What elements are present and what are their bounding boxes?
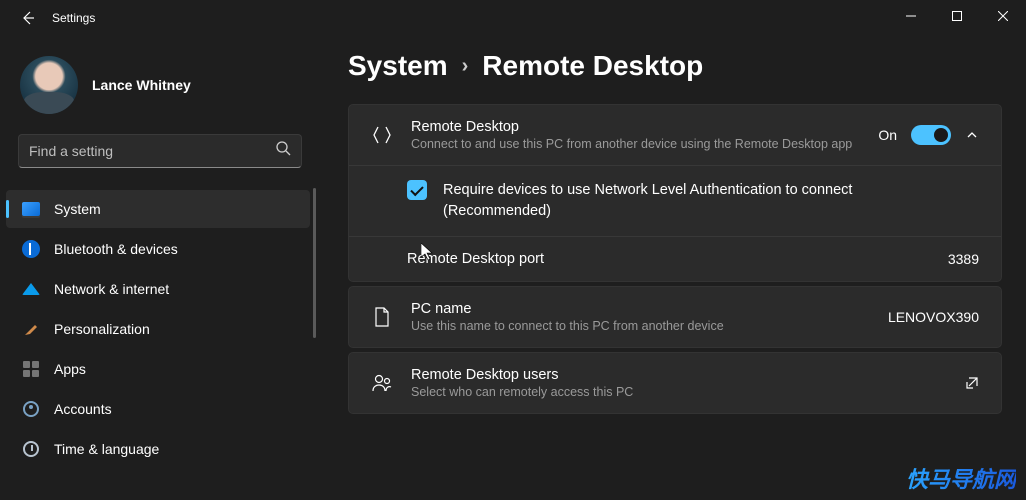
sidebar-item-network[interactable]: Network & internet xyxy=(6,270,310,308)
port-label: Remote Desktop port xyxy=(407,251,930,267)
remote-desktop-toggle-row[interactable]: Remote Desktop Connect to and use this P… xyxy=(349,105,1001,165)
card-desc: Use this name to connect to this PC from… xyxy=(411,319,870,333)
sidebar-item-system[interactable]: System xyxy=(6,190,310,228)
remote-desktop-toggle[interactable] xyxy=(911,125,951,145)
close-button[interactable] xyxy=(980,0,1026,32)
sidebar-item-label: Network & internet xyxy=(54,281,169,297)
sidebar-item-personalization[interactable]: Personalization xyxy=(6,310,310,348)
brush-icon xyxy=(22,320,40,338)
chevron-up-icon[interactable] xyxy=(965,128,979,142)
back-button[interactable] xyxy=(8,0,48,36)
sidebar-item-label: Bluetooth & devices xyxy=(54,241,178,257)
nla-row[interactable]: Require devices to use Network Level Aut… xyxy=(349,165,1001,236)
maximize-button[interactable] xyxy=(934,0,980,32)
sidebar-item-accounts[interactable]: Accounts xyxy=(6,390,310,428)
sidebar-scrollbar[interactable] xyxy=(313,188,316,338)
sidebar: Lance Whitney System Bluetooth & devices… xyxy=(0,36,320,500)
port-row[interactable]: Remote Desktop port 3389 xyxy=(349,236,1001,281)
sidebar-item-label: Time & language xyxy=(54,441,159,457)
nav-list: System Bluetooth & devices Network & int… xyxy=(0,182,320,500)
clock-icon xyxy=(22,440,40,458)
card-desc: Select who can remotely access this PC xyxy=(411,385,947,399)
search-input[interactable] xyxy=(29,143,276,159)
username: Lance Whitney xyxy=(92,77,191,93)
pcname-card[interactable]: PC name Use this name to connect to this… xyxy=(348,286,1002,348)
avatar xyxy=(20,56,78,114)
breadcrumb-parent[interactable]: System xyxy=(348,50,448,82)
pcname-value: LENOVOX390 xyxy=(888,309,979,325)
sidebar-item-time-language[interactable]: Time & language xyxy=(6,430,310,468)
apps-icon xyxy=(22,360,40,378)
users-icon xyxy=(371,372,393,394)
open-link-icon[interactable] xyxy=(965,376,979,390)
users-card[interactable]: Remote Desktop users Select who can remo… xyxy=(348,352,1002,414)
nla-label: Require devices to use Network Level Aut… xyxy=(443,180,852,222)
sidebar-item-label: System xyxy=(54,201,101,217)
bluetooth-icon xyxy=(22,240,40,258)
search-box[interactable] xyxy=(18,134,302,168)
card-desc: Connect to and use this PC from another … xyxy=(411,137,860,151)
main-panel: System › Remote Desktop Remote Desktop C… xyxy=(320,36,1026,500)
document-icon xyxy=(371,306,393,328)
card-title: Remote Desktop xyxy=(411,119,860,135)
chevron-right-icon: › xyxy=(462,55,469,78)
watermark: 快马导航网 xyxy=(906,462,1016,494)
remote-desktop-card: Remote Desktop Connect to and use this P… xyxy=(348,104,1002,282)
sidebar-item-apps[interactable]: Apps xyxy=(6,350,310,388)
search-icon xyxy=(276,141,291,161)
card-title: PC name xyxy=(411,301,870,317)
port-value: 3389 xyxy=(948,251,979,267)
page-title: Remote Desktop xyxy=(482,50,703,82)
system-icon xyxy=(22,200,40,218)
nla-checkbox[interactable] xyxy=(407,180,427,200)
sidebar-item-label: Personalization xyxy=(54,321,150,337)
breadcrumb: System › Remote Desktop xyxy=(348,50,1002,82)
app-title: Settings xyxy=(52,11,95,25)
toggle-state-label: On xyxy=(878,127,897,143)
minimize-button[interactable] xyxy=(888,0,934,32)
person-icon xyxy=(22,400,40,418)
remote-desktop-icon xyxy=(371,124,393,146)
sidebar-item-label: Apps xyxy=(54,361,86,377)
sidebar-item-label: Accounts xyxy=(54,401,112,417)
wifi-icon xyxy=(22,280,40,298)
sidebar-item-bluetooth[interactable]: Bluetooth & devices xyxy=(6,230,310,268)
card-title: Remote Desktop users xyxy=(411,367,947,383)
profile-area[interactable]: Lance Whitney xyxy=(0,36,320,134)
